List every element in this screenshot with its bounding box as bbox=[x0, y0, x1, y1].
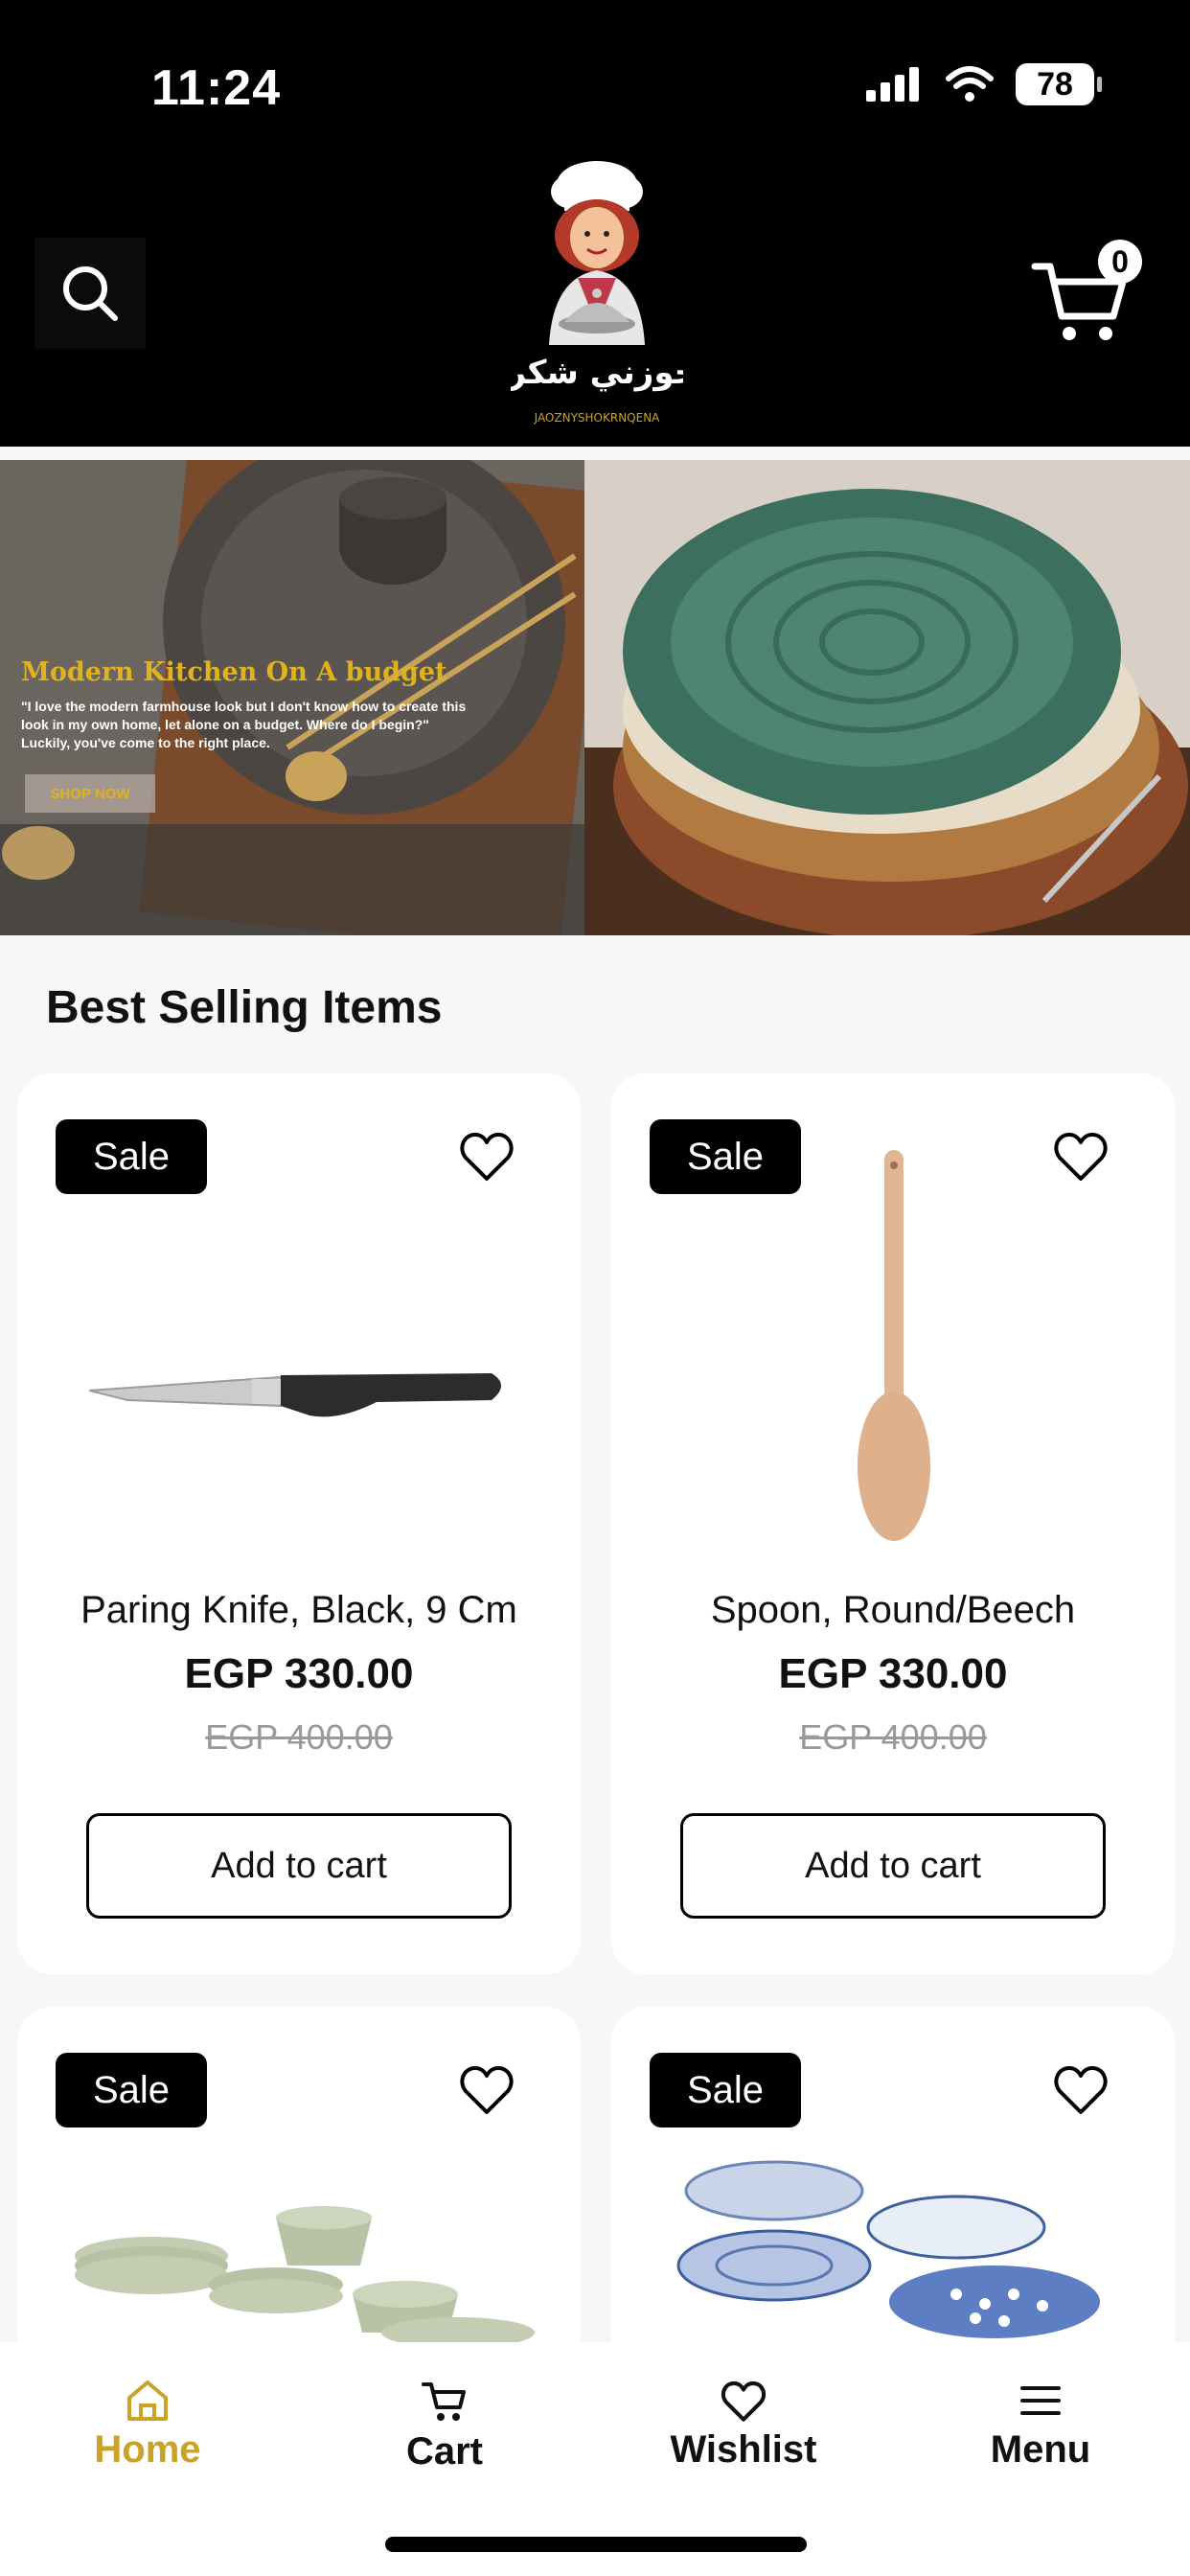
status-time: 11:24 bbox=[151, 60, 282, 116]
heart-icon[interactable] bbox=[458, 2062, 515, 2120]
cart-icon bbox=[422, 2382, 466, 2421]
product-card[interactable]: Sale bbox=[17, 2007, 581, 2371]
product-price: EGP 330.00 bbox=[184, 1650, 414, 1697]
banner-left-image[interactable]: Modern Kitchen On A budget "I love the m… bbox=[0, 460, 584, 935]
heart-icon[interactable] bbox=[1052, 2062, 1110, 2120]
product-old-price: EGP 400.00 bbox=[799, 1717, 987, 1757]
home-indicator bbox=[385, 2537, 807, 2552]
banner-text: "I love the modern farmhouse look but I … bbox=[21, 699, 467, 750]
add-to-cart-button[interactable]: Add to cart bbox=[680, 1813, 1106, 1919]
add-to-cart-button[interactable]: Add to cart bbox=[86, 1813, 512, 1919]
cart-count-badge: 0 bbox=[1098, 240, 1142, 284]
nav-cart-label: Cart bbox=[405, 2430, 484, 2472]
shop-now-button[interactable]: SHOP NOW bbox=[25, 774, 155, 813]
search-button[interactable] bbox=[34, 238, 146, 349]
product-name[interactable]: Spoon, Round/Beech bbox=[611, 1589, 1175, 1632]
banner-right-image[interactable] bbox=[584, 460, 1190, 935]
nav-wishlist[interactable]: Wishlist bbox=[638, 2379, 849, 2472]
logo-caption: JAOZNYSHOKRNQENA bbox=[534, 411, 661, 425]
signal-icon bbox=[866, 67, 919, 102]
sale-badge: Sale bbox=[56, 1119, 207, 1194]
menu-icon bbox=[1020, 2386, 1061, 2415]
logo-text: جوزني شكرا bbox=[511, 354, 683, 392]
product-price: EGP 330.00 bbox=[778, 1650, 1008, 1697]
sale-badge: Sale bbox=[56, 2053, 207, 2128]
banner-title: Modern Kitchen On A budget bbox=[21, 657, 447, 687]
product-card[interactable]: Sale bbox=[611, 2007, 1175, 2371]
heart-icon[interactable] bbox=[458, 1129, 515, 1186]
status-indicators: 78 bbox=[864, 63, 1102, 105]
sale-badge: Sale bbox=[650, 2053, 801, 2128]
brand-logo[interactable]: جوزني شكرا JAOZNYSHOKRNQENA bbox=[496, 153, 698, 431]
product-image[interactable] bbox=[659, 1140, 1129, 1562]
nav-home-label: Home bbox=[94, 2428, 201, 2471]
product-image[interactable] bbox=[75, 2189, 535, 2342]
search-icon bbox=[63, 266, 118, 321]
product-old-price: EGP 400.00 bbox=[205, 1717, 393, 1757]
nav-home[interactable]: Home bbox=[42, 2379, 253, 2472]
product-card[interactable]: Sale Paring Knife, Black, 9 Cm EGP 330.0… bbox=[17, 1073, 581, 1974]
product-image[interactable] bbox=[669, 2150, 1129, 2342]
nav-menu-label: Menu bbox=[990, 2428, 1091, 2471]
product-name[interactable]: Paring Knife, Black, 9 Cm bbox=[17, 1589, 581, 1632]
section-title: Best Selling Items bbox=[46, 982, 443, 1033]
wifi-icon bbox=[946, 66, 994, 102]
product-image[interactable] bbox=[65, 1217, 535, 1572]
header-cart-button[interactable]: 0 bbox=[1027, 240, 1142, 345]
heart-icon bbox=[721, 2380, 767, 2422]
app-header: 11:24 78 وزني شكر JAOZNYSHOKRNQENA 0 bbox=[0, 0, 1190, 447]
nav-cart[interactable]: Cart bbox=[339, 2379, 550, 2473]
home-icon bbox=[127, 2380, 168, 2421]
battery-indicator: 78 bbox=[1016, 63, 1102, 105]
hero-banner[interactable]: Modern Kitchen On A budget "I love the m… bbox=[0, 460, 1190, 935]
nav-wishlist-label: Wishlist bbox=[670, 2428, 817, 2471]
nav-menu[interactable]: Menu bbox=[935, 2379, 1146, 2472]
product-card[interactable]: Sale Spoon, Round/Beech EGP 330.00 EGP 4… bbox=[611, 1073, 1175, 1974]
